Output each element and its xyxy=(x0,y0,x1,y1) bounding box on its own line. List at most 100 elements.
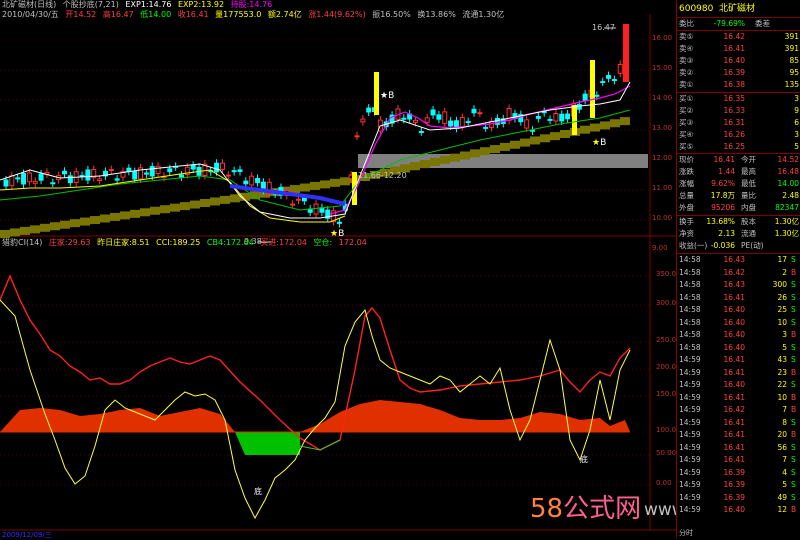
tick-price: 16.40 xyxy=(723,342,745,352)
quote-label: 现价 xyxy=(679,155,694,164)
tick-price: 16.42 xyxy=(723,405,745,414)
stair-step xyxy=(300,183,310,192)
quote-row: 卖④ 16.41 391 xyxy=(677,43,800,55)
tick-price: 16.41 xyxy=(723,355,745,364)
signal-candle xyxy=(374,72,379,115)
stair-step xyxy=(440,155,450,164)
tick-time: 14:59 xyxy=(679,367,701,377)
price-axis-label: 12.00 xyxy=(652,154,673,162)
buy-level-label: 买⑤ xyxy=(679,142,694,151)
tick-price: 16.42 xyxy=(723,267,745,277)
buy-volume: 3 xyxy=(794,94,799,103)
sell-price: 16.42 xyxy=(723,32,745,41)
tick-price: 16.41 xyxy=(723,455,745,464)
candle-body xyxy=(143,172,149,175)
tick-row: 14:58 16.43 17 S xyxy=(677,254,800,266)
chart-info-line-1: 北矿磁材(日线) 个股抄底(7,21) EXP1:14.76 EXP2:13.9… xyxy=(2,0,276,10)
buy-level-label: 买② xyxy=(679,106,694,115)
tick-row: 14:58 16.40 3 B xyxy=(677,329,800,341)
quote-value-2: 2.48 xyxy=(782,191,799,200)
candle-body xyxy=(559,113,565,122)
quote-value: 1.44 xyxy=(718,167,735,176)
tick-row: 14:59 16.41 7 S xyxy=(677,454,800,466)
tick-time: 14:59 xyxy=(679,392,701,402)
tick-volume: 23 xyxy=(777,367,787,377)
stair-step xyxy=(600,121,610,130)
candle-body xyxy=(535,115,541,119)
tick-price: 16.39 xyxy=(723,467,745,477)
tick-time: 14:59 xyxy=(679,467,701,477)
stair-step xyxy=(250,191,260,200)
turnover-value: 换13.86% xyxy=(417,10,456,19)
cb4-value: CB4:172.04 xyxy=(206,238,254,247)
quote-row: 卖① 16.38 135 xyxy=(677,79,800,91)
tick-price: 16.43 xyxy=(723,255,745,264)
tick-row: 14:59 16.42 7 B xyxy=(677,404,800,416)
tick-volume: 7 xyxy=(782,405,787,414)
tick-side: S xyxy=(791,280,796,289)
price-axis-label: 10.00 xyxy=(652,214,673,222)
candle-body xyxy=(126,167,132,172)
extra-label: 换手 xyxy=(679,217,694,226)
candle-body xyxy=(471,108,477,114)
stair-step xyxy=(150,206,160,215)
tick-time: 14:58 xyxy=(679,305,701,314)
buy-price: 16.31 xyxy=(723,118,745,127)
quote-row: 卖③ 16.40 85 xyxy=(677,55,800,67)
stair-step xyxy=(470,149,480,158)
candle-body xyxy=(565,113,571,120)
tick-side: B xyxy=(791,267,797,277)
buy-volume: 5 xyxy=(794,142,799,151)
stair-step xyxy=(0,230,10,238)
candle-body xyxy=(225,174,231,177)
quote-label-2: 最低 xyxy=(741,179,756,188)
candle-body xyxy=(424,117,430,123)
tick-time: 14:58 xyxy=(679,292,701,302)
buy-volume: 3 xyxy=(794,130,799,139)
tick-price: 16.40 xyxy=(723,505,745,514)
weibi-row: 委比 -79.69% 委差 xyxy=(677,18,800,30)
stair-step xyxy=(210,197,220,206)
stair-step xyxy=(430,157,440,166)
stair-step xyxy=(310,181,320,190)
tick-side: B xyxy=(791,430,797,439)
tick-row: 14:58 16.43 300 S xyxy=(677,279,800,291)
candle-body xyxy=(442,111,448,124)
stair-step xyxy=(330,178,340,187)
candle-body xyxy=(255,178,261,184)
candle-body xyxy=(301,197,307,202)
tick-time: 14:58 xyxy=(679,317,701,327)
sell-volume: 391 xyxy=(784,32,799,41)
tick-side: S xyxy=(791,355,796,364)
candle-body xyxy=(50,182,56,185)
quote-value-2: 16.48 xyxy=(777,167,799,176)
candle-body xyxy=(155,165,161,174)
stair-step xyxy=(70,219,80,228)
candle-body xyxy=(401,117,407,120)
tick-row: 14:59 16.41 10 B xyxy=(677,392,800,404)
stock-code: 600980 xyxy=(679,4,714,14)
tick-price: 16.41 xyxy=(723,392,745,402)
tick-row: 14:59 16.41 43 S xyxy=(677,354,800,366)
quote-value-2: 14.52 xyxy=(777,155,799,164)
sell-level-label: 卖① xyxy=(679,80,694,89)
tick-volume: 26 xyxy=(777,292,787,302)
tick-side: B xyxy=(791,330,797,339)
candle-body xyxy=(617,63,623,74)
quote-value: 95206 xyxy=(711,203,735,212)
stair-step xyxy=(90,216,100,225)
candle-body xyxy=(413,119,418,123)
candle-body xyxy=(190,164,196,170)
tick-side: S xyxy=(791,305,796,314)
tick-row: 14:58 16.40 5 S xyxy=(677,342,800,354)
candle-body xyxy=(231,170,237,173)
buy-level-label: 买④ xyxy=(679,130,694,139)
quote-row: 净资 2.13 流通 1.30亿 xyxy=(677,228,800,240)
candle-body xyxy=(237,169,243,172)
candle-body xyxy=(167,168,173,173)
sell-volume: 95 xyxy=(789,68,799,77)
panel-footer-tab[interactable]: 分时 xyxy=(679,528,693,538)
tick-volume: 3 xyxy=(782,330,787,339)
indicator-axis-label: 50.00 xyxy=(656,449,677,457)
stair-step xyxy=(450,153,460,162)
